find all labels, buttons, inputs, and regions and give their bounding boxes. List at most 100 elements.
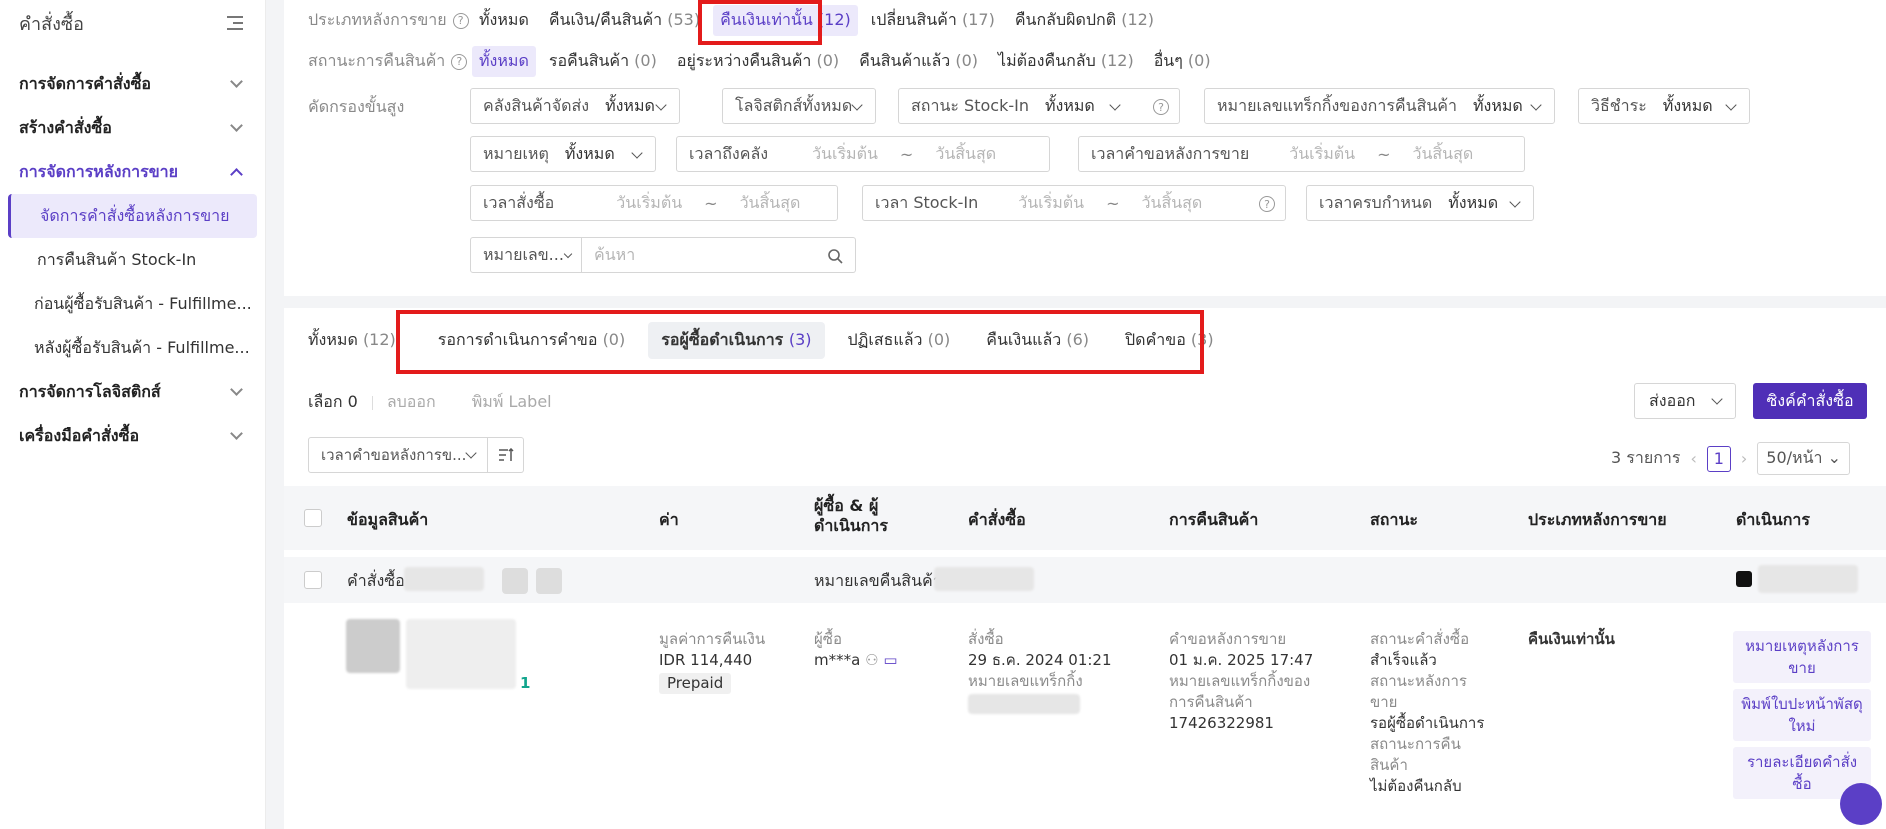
prev-page-icon[interactable]: ‹	[1690, 449, 1696, 468]
page-size-select[interactable]: 50/หน้า ⌄	[1757, 442, 1851, 475]
type-filter-row: ประเภทหลังการขาย? ทั้งหมด คืนเงิน/คืนสิน…	[308, 5, 1167, 36]
type-option-abnormal-return[interactable]: คืนกลับผิดปกติ (12)	[1008, 5, 1161, 36]
sidebar-group-order-tools[interactable]: เครื่องมือคำสั่งซื้อ	[0, 414, 265, 458]
remark-select[interactable]: หมายเหตุ ทั้งหมด	[470, 136, 656, 172]
chat-support-icon[interactable]	[1840, 783, 1882, 825]
bulk-toolbar: เลือก 0 ลบออก พิมพ์ Label	[308, 390, 552, 415]
sidebar-item-before-receive[interactable]: ก่อนผู้ซื้อรับสินค้า - Fulfillme...	[0, 282, 265, 326]
sidebar-item-after-sales-orders[interactable]: จัดการคำสั่งซื้อหลังการขาย	[8, 194, 257, 238]
chevron-down-icon	[655, 99, 667, 111]
sidebar-group-create-order[interactable]: สร้างคำสั่งซื้อ	[0, 106, 265, 150]
select-all-checkbox[interactable]	[304, 509, 322, 527]
chevron-down-icon	[230, 75, 243, 88]
list-panel: ทั้งหมด (12) รอการดำเนินการคำขอ (0) รอผู…	[284, 308, 1886, 829]
selected-count: เลือก 0	[308, 392, 358, 411]
tab-all[interactable]: ทั้งหมด (12)	[308, 322, 409, 359]
copy-icon[interactable]	[502, 568, 528, 594]
tab-awaiting-buyer[interactable]: รอผู้ซื้อดำเนินการ (3)	[648, 321, 825, 359]
status-option-returned[interactable]: คืนสินค้าแล้ว (0)	[852, 46, 985, 77]
product-quantity: 1	[520, 674, 531, 692]
tab-rejected[interactable]: ปฏิเสธแล้ว (0)	[835, 322, 964, 359]
type-option-refund-return[interactable]: คืนเงิน/คืนสินค้า (53)	[542, 5, 707, 36]
print-label-button[interactable]: พิมพ์ Label	[472, 390, 552, 415]
status-tabs: ทั้งหมด (12) รอการดำเนินการคำขอ (0) รอผู…	[308, 321, 1227, 359]
chat-icon[interactable]: ▭	[883, 651, 897, 669]
search-input[interactable]: ค้นหา	[582, 237, 856, 273]
sidebar-item-after-receive[interactable]: หลังผู้ซื้อรับสินค้า - Fulfillme...	[0, 326, 265, 370]
tab-pending-request[interactable]: รอการดำเนินการคำขอ (0)	[425, 322, 638, 359]
help-icon[interactable]: ?	[452, 12, 469, 29]
refund-amount: IDR 114,440	[659, 651, 753, 669]
chevron-down-icon	[230, 119, 243, 132]
order-status: สำเร็จแล้ว	[1370, 651, 1437, 669]
type-option-all[interactable]: ทั้งหมด	[472, 5, 536, 36]
chevron-down-icon	[1109, 99, 1121, 111]
delete-button[interactable]: ลบออก	[387, 390, 436, 415]
sort-icon	[498, 448, 514, 461]
export-button[interactable]: ส่งออก	[1634, 383, 1736, 419]
after-sales-type: คืนเงินเท่านั้น	[1528, 630, 1615, 648]
chevron-down-icon	[631, 147, 643, 159]
chevron-down-icon	[230, 383, 243, 396]
status-option-returning[interactable]: อยู่ระหว่างคืนสินค้า (0)	[670, 46, 846, 77]
help-icon[interactable]: ?	[451, 53, 468, 70]
sidebar-item-return-stock-in[interactable]: การคืนสินค้า Stock-In	[0, 238, 265, 282]
type-option-exchange[interactable]: เปลี่ยนสินค้า (17)	[864, 5, 1002, 36]
header-product: ข้อมูลสินค้า	[347, 510, 429, 529]
warehouse-select[interactable]: คลังสินค้าจัดส่ง ทั้งหมด	[470, 88, 680, 124]
sidebar: คำสั่งซื้อ การจัดการคำสั่งซื้อ สร้างคำสั…	[0, 0, 266, 829]
return-tracking-select[interactable]: หมายเลขแทร็กกิ้งของการคืนสินค้า ทั้งหมด	[1204, 88, 1555, 124]
help-icon: ?	[1259, 196, 1275, 212]
logistics-select[interactable]: โลจิสติกส์ทั้งหมด	[722, 88, 876, 124]
sidebar-group-logistics[interactable]: การจัดการโลจิสติกส์	[0, 370, 265, 414]
header-actions: ดำเนินการ	[1736, 510, 1810, 529]
status-option-all[interactable]: ทั้งหมด	[472, 46, 536, 77]
type-option-refund-only[interactable]: คืนเงินเท่านั้น (12)	[713, 5, 858, 36]
payment-method-select[interactable]: วิธีชำระ ทั้งหมด	[1578, 88, 1750, 124]
product-image	[346, 619, 400, 673]
request-time-range[interactable]: เวลาคำขอหลังการขาย วันเริ่มต้น ~ วันสิ้นสุด	[1078, 136, 1525, 172]
status-option-awaiting-return[interactable]: รอคืนสินค้า (0)	[542, 46, 664, 77]
status-option-no-return[interactable]: ไม่ต้องคืนกลับ (12)	[991, 46, 1141, 77]
chevron-down-icon	[851, 99, 863, 111]
request-time: 01 ม.ค. 2025 17:47	[1169, 651, 1314, 669]
advanced-filter-label: คัดกรองขั้นสูง	[308, 97, 405, 116]
reprint-label-button[interactable]: พิมพ์ใบปะหน้าพัสดุใหม่	[1733, 689, 1871, 741]
sort-select[interactable]: เวลาคำขอหลังการข...	[308, 437, 488, 473]
chevron-down-icon	[1509, 196, 1521, 208]
header-amount: ค่า	[659, 510, 679, 529]
chevron-down-icon	[230, 427, 243, 440]
sidebar-group-after-sales[interactable]: การจัดการหลังการขาย	[0, 150, 265, 194]
tab-closed[interactable]: ปิดคำขอ (3)	[1112, 322, 1227, 359]
return-id-redacted	[934, 567, 1034, 591]
sort-order-button[interactable]	[488, 437, 524, 473]
stockin-time-range[interactable]: เวลา Stock-In วันเริ่มต้น ~ วันสิ้นสุด?	[862, 185, 1286, 221]
due-time-select[interactable]: เวลาครบกำหนด ทั้งหมด	[1306, 185, 1534, 221]
order-time: 29 ธ.ค. 2024 01:21	[968, 651, 1112, 669]
user-icon: ⚇	[865, 651, 879, 669]
collapse-menu-icon[interactable]	[225, 15, 243, 31]
status-option-other[interactable]: อื่นๆ (0)	[1147, 46, 1218, 77]
page-number[interactable]: 1	[1706, 445, 1731, 472]
sync-orders-button[interactable]: ซิงค์คำสั่งซื้อ	[1753, 383, 1867, 419]
search-field-select[interactable]: หมายเลข...	[470, 237, 582, 273]
next-page-icon[interactable]: ›	[1741, 449, 1747, 468]
tracking-number-redacted	[968, 694, 1080, 714]
sidebar-header: คำสั่งซื้อ	[0, 0, 265, 46]
header-after-sales-type: ประเภทหลังการขาย	[1528, 510, 1667, 529]
chevron-down-icon	[1530, 99, 1542, 111]
row-checkbox[interactable]	[304, 571, 322, 589]
sidebar-group-order-management[interactable]: การจัดการคำสั่งซื้อ	[0, 62, 265, 106]
return-tracking-number: 17426322981	[1169, 714, 1274, 732]
payment-badge: Prepaid	[659, 673, 732, 694]
order-time-range[interactable]: เวลาสั่งซื้อ วันเริ่มต้น ~ วันสิ้นสุด	[470, 185, 838, 221]
total-count: 3 รายการ	[1611, 448, 1681, 467]
header-buyer: ผู้ซื้อ & ผู้ดำเนินการ	[814, 496, 888, 535]
table-header: ข้อมูลสินค้า ค่า ผู้ซื้อ & ผู้ดำเนินการ …	[284, 486, 1886, 550]
stockin-status-select[interactable]: สถานะ Stock-In ทั้งหมด?	[898, 88, 1180, 124]
order-row-header: คำสั่งซื้อ หมายเลขคืนสินค้า	[284, 557, 1886, 603]
after-sales-remark-button[interactable]: หมายเหตุหลังการขาย	[1733, 631, 1871, 683]
tab-refunded[interactable]: คืนเงินแล้ว (6)	[973, 322, 1102, 359]
refresh-icon[interactable]	[536, 568, 562, 594]
arrival-time-range[interactable]: เวลาถึงคลัง วันเริ่มต้น ~ วันสิ้นสุด	[676, 136, 1050, 172]
